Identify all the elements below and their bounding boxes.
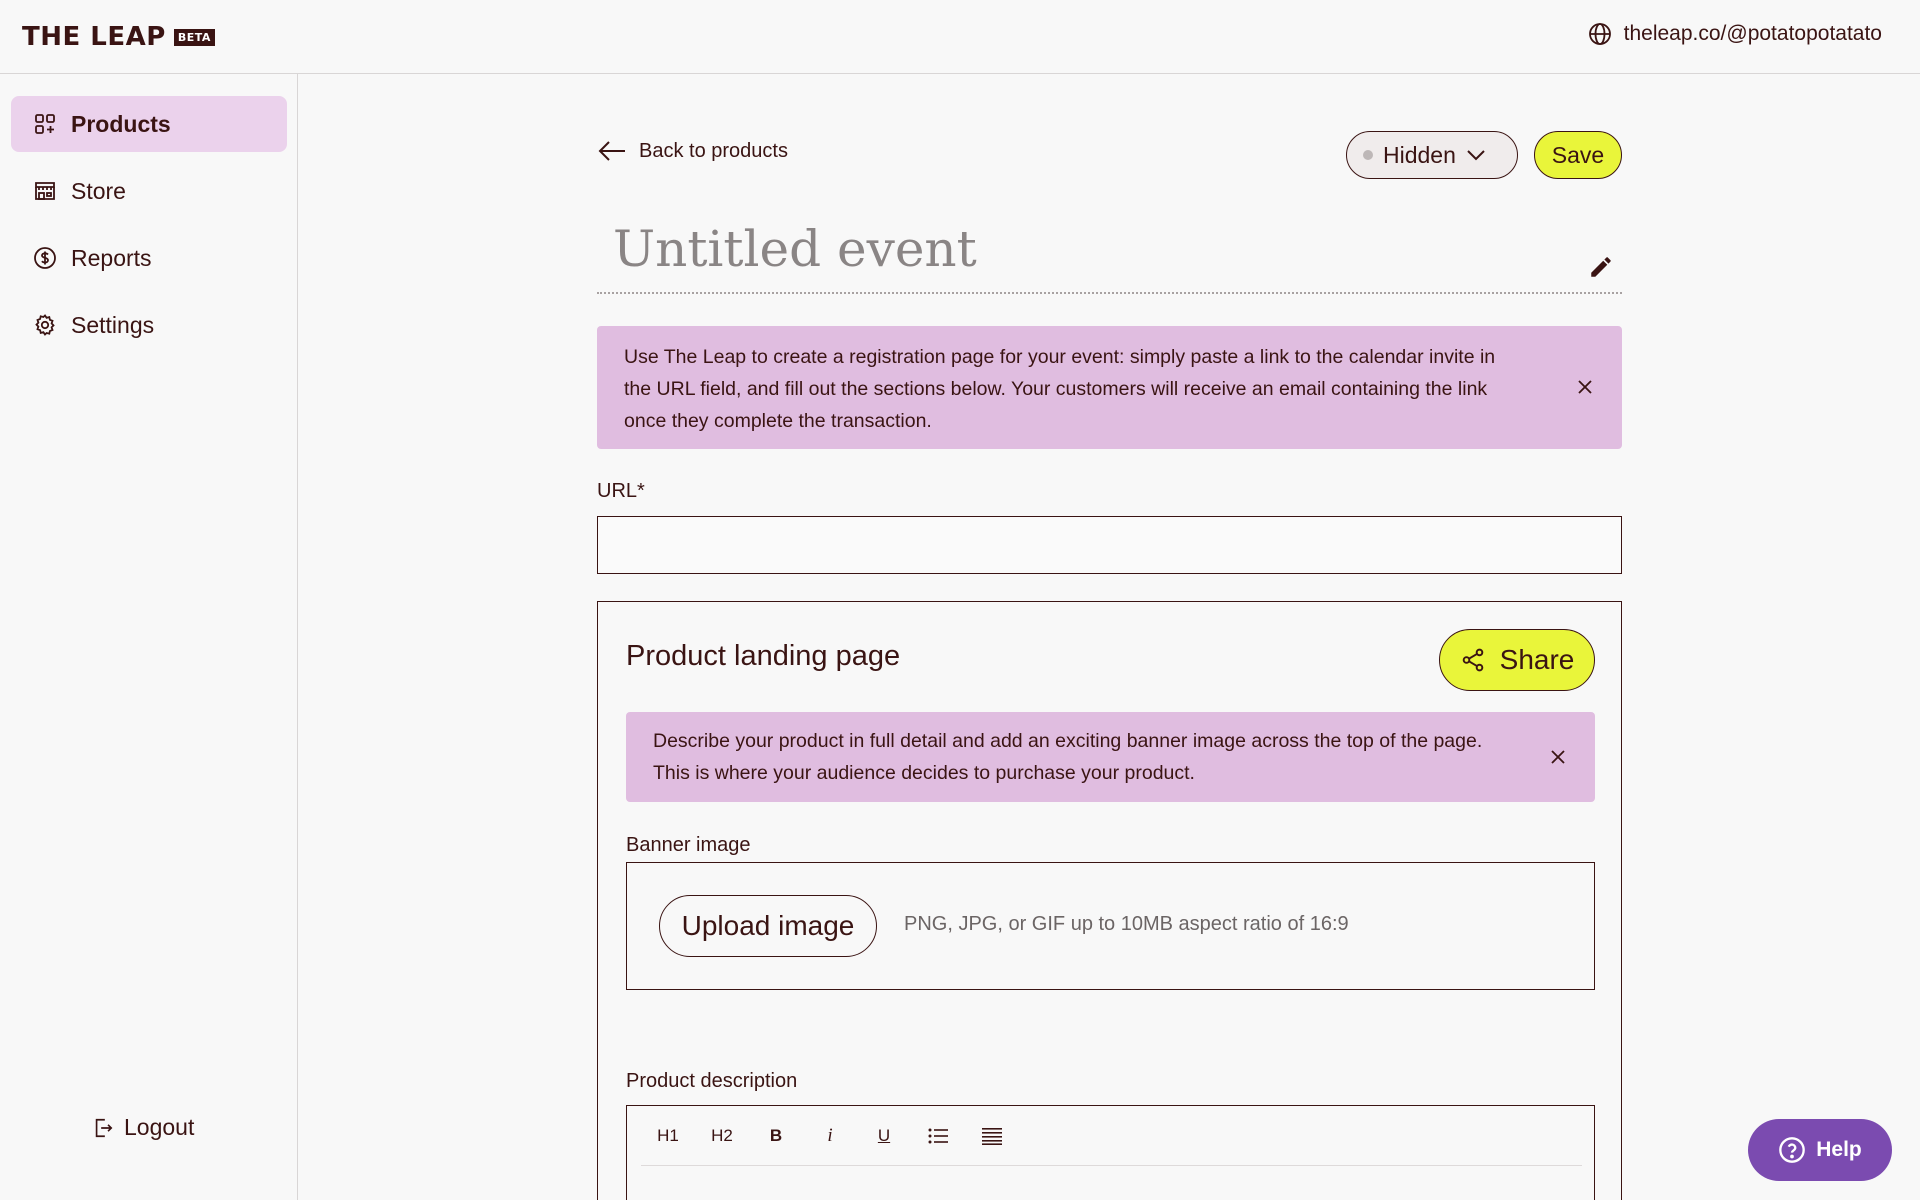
underline-button[interactable]: U xyxy=(857,1116,911,1156)
upload-image-button[interactable]: Upload image xyxy=(659,895,877,957)
bullet-list-button[interactable] xyxy=(911,1116,965,1156)
gear-icon xyxy=(35,314,55,336)
sidebar-item-label: Products xyxy=(71,110,171,137)
align-justify-icon xyxy=(982,1127,1002,1145)
event-title-placeholder: Untitled event xyxy=(613,220,977,278)
sidebar: Products Store Reports Settings Logout xyxy=(0,74,298,1200)
logo[interactable]: THE LEAP BETA xyxy=(22,22,215,52)
landing-info-banner: Describe your product in full detail and… xyxy=(626,712,1595,802)
sidebar-item-label: Reports xyxy=(71,244,152,271)
logout-icon xyxy=(95,1118,113,1137)
storefront-icon xyxy=(35,182,55,200)
italic-button[interactable]: i xyxy=(803,1116,857,1156)
banner-upload-area[interactable]: Upload image PNG, JPG, or GIF up to 10MB… xyxy=(626,862,1595,990)
question-circle-icon xyxy=(1779,1137,1806,1163)
bold-button[interactable]: B xyxy=(749,1116,803,1156)
top-bar: THE LEAP BETA theleap.co/@potatopotatato xyxy=(0,0,1920,74)
heading-1-button[interactable]: H1 xyxy=(641,1116,695,1156)
event-info-text: Use The Leap to create a registration pa… xyxy=(624,346,1496,432)
sidebar-item-reports[interactable]: Reports xyxy=(11,230,287,286)
url-input[interactable] xyxy=(597,516,1622,574)
grid-plus-icon xyxy=(35,114,55,134)
store-url-link[interactable]: theleap.co/@potatopotatato xyxy=(1588,22,1882,46)
event-info-banner: Use The Leap to create a registration pa… xyxy=(597,326,1622,449)
dollar-circle-icon xyxy=(34,247,56,269)
back-label: Back to products xyxy=(639,139,788,162)
store-url-text: theleap.co/@potatopotatato xyxy=(1623,22,1882,45)
share-button[interactable]: Share xyxy=(1439,629,1595,691)
close-icon[interactable] xyxy=(1549,748,1567,766)
help-label: Help xyxy=(1816,1138,1862,1161)
logout-button[interactable]: Logout xyxy=(92,1114,194,1141)
heading-2-button[interactable]: H2 xyxy=(695,1116,749,1156)
share-label: Share xyxy=(1499,644,1575,675)
chevron-down-icon xyxy=(1467,150,1485,161)
close-icon[interactable] xyxy=(1576,378,1594,396)
landing-info-text: Describe your product in full detail and… xyxy=(653,730,1483,784)
arrow-left-icon xyxy=(598,141,625,161)
logout-label: Logout xyxy=(124,1114,195,1140)
sidebar-item-store[interactable]: Store xyxy=(11,163,287,219)
editor-toolbar: H1 H2 B i U xyxy=(641,1106,1582,1166)
beta-badge: BETA xyxy=(173,28,215,46)
sidebar-item-products[interactable]: Products xyxy=(11,96,287,152)
product-description-editor[interactable]: H1 H2 B i U xyxy=(626,1105,1595,1200)
landing-page-card: Product landing page Share Describe your… xyxy=(597,601,1622,1200)
product-description-label: Product description xyxy=(626,1070,798,1092)
save-button[interactable]: Save xyxy=(1534,131,1622,179)
logo-text: THE LEAP xyxy=(22,22,166,52)
pencil-icon[interactable] xyxy=(1588,254,1614,280)
url-label: URL* xyxy=(597,480,645,502)
globe-icon xyxy=(1588,23,1611,45)
upload-hint: PNG, JPG, or GIF up to 10MB aspect ratio… xyxy=(904,913,1349,935)
landing-page-title: Product landing page xyxy=(626,640,901,672)
share-icon xyxy=(1462,648,1483,672)
event-title-field[interactable]: Untitled event xyxy=(597,210,1622,294)
sidebar-item-label: Settings xyxy=(71,311,155,338)
banner-image-label: Banner image xyxy=(626,834,751,856)
help-button[interactable]: Help xyxy=(1748,1119,1892,1181)
visibility-dropdown[interactable]: Hidden xyxy=(1346,131,1518,179)
status-dot-icon xyxy=(1363,150,1373,160)
align-button[interactable] xyxy=(965,1116,1019,1156)
sidebar-item-label: Store xyxy=(71,177,126,204)
bullet-list-icon xyxy=(928,1128,948,1143)
visibility-value: Hidden xyxy=(1383,141,1456,168)
sidebar-item-settings[interactable]: Settings xyxy=(11,297,287,353)
back-to-products-link[interactable]: Back to products xyxy=(597,139,788,163)
